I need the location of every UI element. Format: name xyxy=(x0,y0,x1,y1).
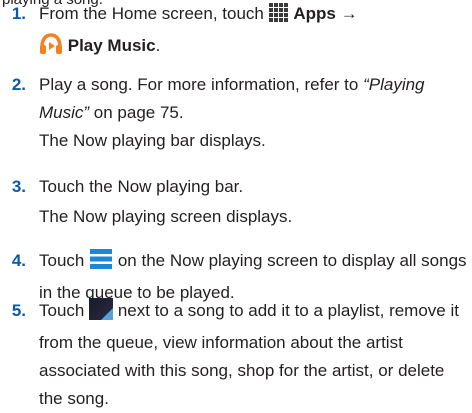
step-number: 1. xyxy=(11,4,26,23)
step-suffix: . xyxy=(155,36,161,55)
step-text: Touch xyxy=(39,301,85,320)
step-text: on page 75. xyxy=(93,103,184,122)
step-body: Play a song. For more information, refer… xyxy=(39,71,467,127)
step-2-result: The Now playing bar displays. xyxy=(39,131,266,150)
queue-list-icon xyxy=(89,248,113,279)
step-number: 2. xyxy=(11,75,26,94)
arrow: → xyxy=(340,4,358,23)
step-number: 4. xyxy=(11,251,26,270)
step-3-result: The Now playing screen displays. xyxy=(39,207,293,226)
step-text: From the Home screen, touch xyxy=(39,4,264,23)
play-music-label: Play Music xyxy=(67,36,156,55)
step-number: 5. xyxy=(11,301,26,320)
step-number: 3. xyxy=(11,177,26,196)
step-text: Play a song. For more information, refer… xyxy=(39,75,359,94)
apps-label: Apps xyxy=(293,4,336,23)
step-text: Touch xyxy=(39,251,85,270)
play-music-headphones-icon xyxy=(39,33,63,64)
step-body: From the Home screen, touch Apps → Play … xyxy=(39,0,467,64)
step-text: Touch the Now playing bar. xyxy=(39,177,244,196)
step-body: Touch next to a song to add it to a play… xyxy=(39,297,467,413)
step-body: Touch the Now playing bar. xyxy=(39,173,467,201)
apps-grid-icon xyxy=(268,3,289,32)
context-menu-icon xyxy=(89,298,114,329)
